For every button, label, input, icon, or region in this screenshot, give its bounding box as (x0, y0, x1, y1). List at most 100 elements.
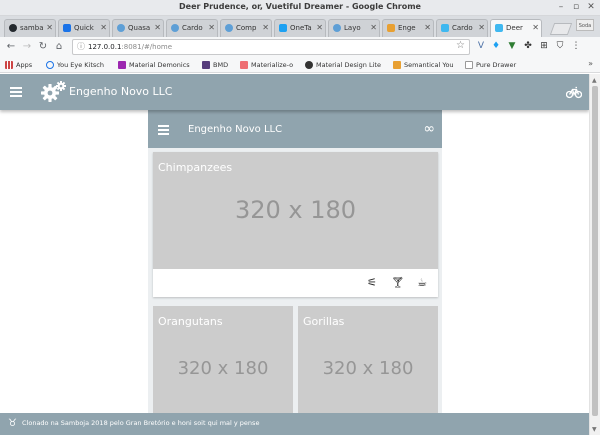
panel-title: Engenho Novo LLC (188, 124, 283, 135)
semantic-icon (393, 61, 401, 69)
vuetify-extension-icon[interactable]: V (476, 41, 486, 52)
smoking-icon[interactable]: ⚟ (366, 276, 378, 289)
browser-window: Deer Prudence, or, Vuetiful Dreamer - Go… (0, 0, 600, 435)
tab-label: Layo (344, 24, 361, 32)
url-text[interactable]: 127.0.0.1:8081/#/home (88, 43, 172, 51)
close-tab-icon[interactable]: ✕ (100, 20, 107, 36)
bookmarks-bar: Apps You Eye Kitsch Material Demonics BM… (0, 57, 600, 73)
quasar-icon (117, 24, 125, 32)
tab-3[interactable]: Quasa ✕ (112, 19, 164, 37)
coffee-icon[interactable]: ☕︎ (416, 276, 428, 289)
url-path: :8081/#/home (121, 43, 173, 51)
new-tab-button[interactable] (549, 23, 573, 35)
bookmark-you-eye-kitsch[interactable]: You Eye Kitsch (46, 60, 104, 70)
close-tab-icon[interactable]: ✕ (208, 20, 215, 36)
home-icon[interactable]: ⌂ (53, 40, 65, 53)
tab-strip: samba ✕ Quick ✕ Quasa ✕ Cardo ✕ Comp ✕ OneTa ✕… (0, 16, 600, 37)
tab-2[interactable]: Quick ✕ (58, 19, 110, 37)
card-caption: Orangutans (158, 315, 223, 328)
scroll-down-icon[interactable]: ▼ (592, 426, 597, 433)
content-panel: Engenho Novo LLC ∞ Chimpanzees 320 x 180… (148, 110, 442, 435)
close-tab-icon[interactable]: ✕ (370, 20, 377, 36)
card-chimpanzees: Chimpanzees 320 x 180 ⚟ 🍸︎ ☕︎ (153, 152, 438, 297)
tab-4[interactable]: Cardo ✕ (166, 19, 218, 37)
tab-1[interactable]: samba ✕ (4, 19, 56, 37)
shield-extension-icon[interactable]: ⛉ (555, 41, 565, 52)
quasar-icon (333, 24, 341, 32)
page-icon (465, 61, 473, 69)
tab-7[interactable]: Layo ✕ (328, 19, 380, 37)
card-caption: Gorillas (303, 315, 345, 328)
close-tab-icon[interactable]: ✕ (262, 20, 269, 36)
tab-8[interactable]: Enge ✕ (382, 19, 434, 37)
bookmark-apps[interactable]: Apps (5, 60, 32, 70)
quick-icon (63, 24, 71, 32)
bookmark-material-design-lite[interactable]: Material Design Lite (305, 60, 381, 70)
back-icon[interactable]: ← (5, 40, 17, 53)
info-icon[interactable]: ⓘ (77, 41, 85, 52)
tab-10-active[interactable]: Deer ✕ (490, 19, 542, 37)
panel-toolbar: Engenho Novo LLC ∞ (148, 110, 442, 148)
cocktail-icon[interactable]: 🍸︎ (391, 276, 405, 289)
bootstrap-icon (202, 61, 210, 69)
page-scrollbar[interactable]: ▲ ▼ (589, 74, 600, 435)
placeholder-dimensions: 320 x 180 (322, 358, 414, 379)
bookmark-label: BMD (213, 61, 229, 69)
gears-logo-icon (41, 81, 66, 102)
close-tab-icon[interactable]: ✕ (46, 20, 53, 36)
scroll-up-icon[interactable]: ▲ (592, 77, 597, 84)
vue-devtools-icon[interactable]: ▼ (507, 41, 517, 52)
bookmark-material-demonics[interactable]: Material Demonics (118, 60, 190, 70)
tab-9[interactable]: Cardo ✕ (436, 19, 488, 37)
window-title: Deer Prudence, or, Vuetiful Dreamer - Go… (179, 2, 421, 11)
scroll-thumb[interactable] (592, 86, 598, 416)
close-tab-icon[interactable]: ✕ (424, 20, 431, 36)
tab-label: Quasa (128, 24, 151, 32)
tab-label: samba (20, 24, 44, 32)
tab-6[interactable]: OneTa ✕ (274, 19, 326, 37)
grid-extension-icon[interactable]: ⊞ (539, 41, 549, 52)
menu-icon[interactable] (10, 87, 22, 97)
bicycle-icon[interactable] (566, 85, 582, 99)
page-viewport: Engenho Novo LLC Engenho Novo LLC ∞ Chim… (0, 74, 589, 435)
reload-icon[interactable]: ↻ (37, 40, 49, 53)
bookmark-materialize[interactable]: Materialize-o (240, 60, 293, 70)
tab-label: Quick (74, 24, 94, 32)
app-title: Engenho Novo LLC (69, 85, 173, 98)
bookmark-label: You Eye Kitsch (57, 61, 104, 69)
material-icon (118, 61, 126, 69)
vuetify-icon (495, 24, 503, 32)
tab-label: Cardo (452, 24, 473, 32)
bookmarks-overflow-icon[interactable]: » (588, 59, 593, 68)
card-caption: Chimpanzees (158, 161, 233, 174)
minimize-icon[interactable]: – (555, 2, 567, 13)
tab-5[interactable]: Comp ✕ (220, 19, 272, 37)
twitter-extension-icon[interactable]: ♦ (491, 41, 501, 52)
bookmark-pure-drawer[interactable]: Pure Drawer (465, 60, 516, 70)
apps-grid-icon (5, 61, 13, 69)
tab-label: Comp (236, 24, 257, 32)
profile-button[interactable]: Soda (576, 19, 594, 31)
quasar-icon (225, 24, 233, 32)
footer-text: Clonado na Samboja 2018 pelo Gran Bretór… (22, 419, 260, 427)
bookmark-bmd[interactable]: BMD (202, 60, 228, 70)
close-tab-icon[interactable]: ✕ (154, 20, 161, 36)
close-window-icon[interactable]: ✕ (585, 2, 597, 13)
forward-icon[interactable]: → (21, 40, 33, 53)
bookmark-semantical-you[interactable]: Semantical You (393, 60, 454, 70)
close-tab-icon[interactable]: ✕ (478, 20, 485, 36)
infinity-icon[interactable]: ∞ (423, 121, 435, 137)
maximize-icon[interactable]: ▫ (570, 2, 582, 13)
tab-label: Enge (398, 24, 416, 32)
close-tab-icon[interactable]: ✕ (316, 20, 323, 36)
bookmark-label: Apps (16, 61, 33, 69)
chrome-menu-icon[interactable]: ⋮ (571, 41, 581, 52)
url-host: 127.0.0.1 (88, 43, 122, 51)
close-tab-icon[interactable]: ✕ (532, 20, 539, 36)
panel-menu-icon[interactable] (158, 125, 169, 135)
browser-toolbar: ← → ↻ ⌂ ⓘ 127.0.0.1:8081/#/home ☆ V ♦ ▼ … (0, 37, 600, 57)
bookmark-star-icon[interactable]: ☆ (456, 40, 465, 51)
puzzle-extension-icon[interactable]: ✤ (523, 41, 533, 52)
address-bar[interactable]: ⓘ 127.0.0.1:8081/#/home ☆ (72, 39, 470, 55)
mdl-icon (305, 61, 313, 69)
